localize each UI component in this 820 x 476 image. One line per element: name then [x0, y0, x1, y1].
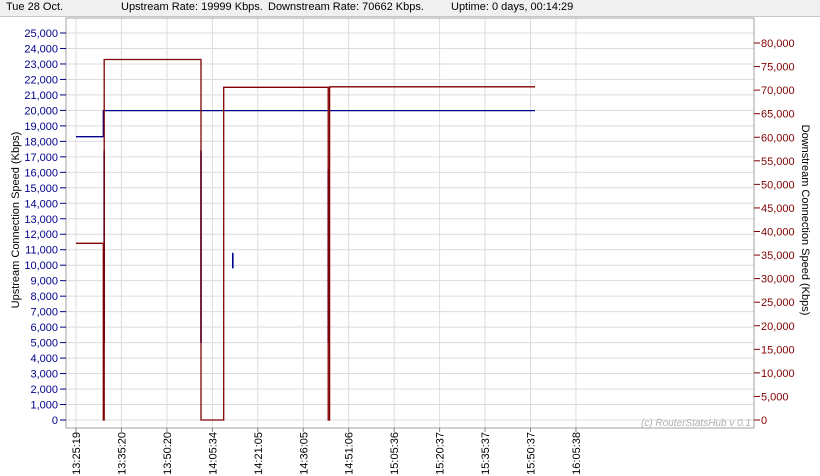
- right-tick-label: 30,000: [761, 274, 795, 286]
- left-tick-label: 3,000: [30, 369, 58, 381]
- upstream-line: [76, 109, 535, 138]
- left-tick-label: 17,000: [24, 152, 58, 164]
- left-tick-label: 24,000: [24, 43, 58, 55]
- left-tick-label: 12,000: [24, 229, 58, 241]
- left-tick-label: 21,000: [24, 90, 58, 102]
- right-tick-label: 45,000: [761, 203, 795, 215]
- left-axis-title: Upstream Connection Speed (Kbps): [10, 132, 22, 309]
- x-axis: 13:25:19 13:35:20 13:50:20 14:05:34 14:21:05…: [71, 428, 583, 475]
- right-axis: 0 5,000 10,000 15,000 20,000 25,000 30,000 35,0…: [754, 38, 795, 427]
- x-tick-label: 14:51:06: [344, 432, 356, 475]
- left-tick-label: 14,000: [24, 198, 58, 210]
- left-tick-label: 2,000: [30, 384, 58, 396]
- left-tick-label: 8,000: [30, 291, 58, 303]
- x-tick-label: 13:50:20: [162, 432, 174, 475]
- right-tick-label: 65,000: [761, 109, 795, 121]
- x-tick-label: 15:35:37: [480, 432, 492, 475]
- right-tick-label: 60,000: [761, 132, 795, 144]
- x-tick-label: 14:05:34: [207, 432, 219, 475]
- right-tick-label: 70,000: [761, 85, 795, 97]
- left-tick-label: 20,000: [24, 105, 58, 117]
- series-layer: [76, 58, 535, 421]
- right-axis-title: Downstream Connection Speed (Kbps): [799, 125, 811, 316]
- left-tick-label: 7,000: [30, 307, 58, 319]
- chart-grid: [66, 18, 754, 428]
- x-tick-label: 14:36:05: [298, 432, 310, 475]
- right-tick-label: 0: [761, 415, 767, 427]
- left-tick-label: 16,000: [24, 167, 58, 179]
- right-tick-label: 80,000: [761, 38, 795, 50]
- right-tick-label: 50,000: [761, 179, 795, 191]
- x-tick-label: 13:25:19: [71, 432, 83, 475]
- right-tick-label: 25,000: [761, 297, 795, 309]
- left-tick-label: 1,000: [30, 400, 58, 412]
- left-tick-label: 15,000: [24, 183, 58, 195]
- left-tick-label: 23,000: [24, 59, 58, 71]
- x-tick-label: 15:05:36: [389, 432, 401, 475]
- x-tick-label: 15:50:37: [526, 432, 538, 475]
- left-tick-label: 19,000: [24, 121, 58, 133]
- right-tick-label: 20,000: [761, 321, 795, 333]
- right-tick-label: 15,000: [761, 344, 795, 356]
- left-tick-label: 0: [52, 415, 58, 427]
- x-tick-label: 16:05:38: [571, 432, 583, 475]
- watermark: (c) RouterStatsHub v 0.1: [641, 418, 751, 429]
- x-tick-label: 14:21:05: [253, 432, 265, 475]
- left-tick-label: 9,000: [30, 276, 58, 288]
- left-tick-label: 11,000: [25, 245, 58, 257]
- downstream-line: [76, 58, 535, 421]
- right-tick-label: 55,000: [761, 156, 795, 168]
- right-tick-label: 10,000: [761, 368, 795, 380]
- right-tick-label: 5,000: [761, 391, 789, 403]
- left-tick-label: 25,000: [24, 28, 58, 40]
- left-tick-label: 10,000: [24, 260, 58, 272]
- right-tick-label: 35,000: [761, 250, 795, 262]
- left-tick-label: 5,000: [30, 338, 58, 350]
- x-tick-label: 13:35:20: [116, 432, 128, 475]
- left-tick-label: 6,000: [30, 322, 58, 334]
- left-axis: 0 1,000 2,000 3,000 4,000 5,000 6,000 7,000 8,00…: [24, 28, 66, 427]
- right-tick-label: 75,000: [761, 62, 795, 74]
- left-tick-label: 18,000: [24, 136, 58, 148]
- left-tick-label: 4,000: [30, 353, 58, 365]
- speed-chart: 0 1,000 2,000 3,000 4,000 5,000 6,000 7,000 8,00…: [10, 17, 811, 475]
- right-tick-label: 40,000: [761, 227, 795, 239]
- x-tick-label: 15:20:37: [435, 432, 447, 475]
- left-tick-label: 22,000: [24, 74, 58, 86]
- left-tick-label: 13,000: [24, 214, 58, 226]
